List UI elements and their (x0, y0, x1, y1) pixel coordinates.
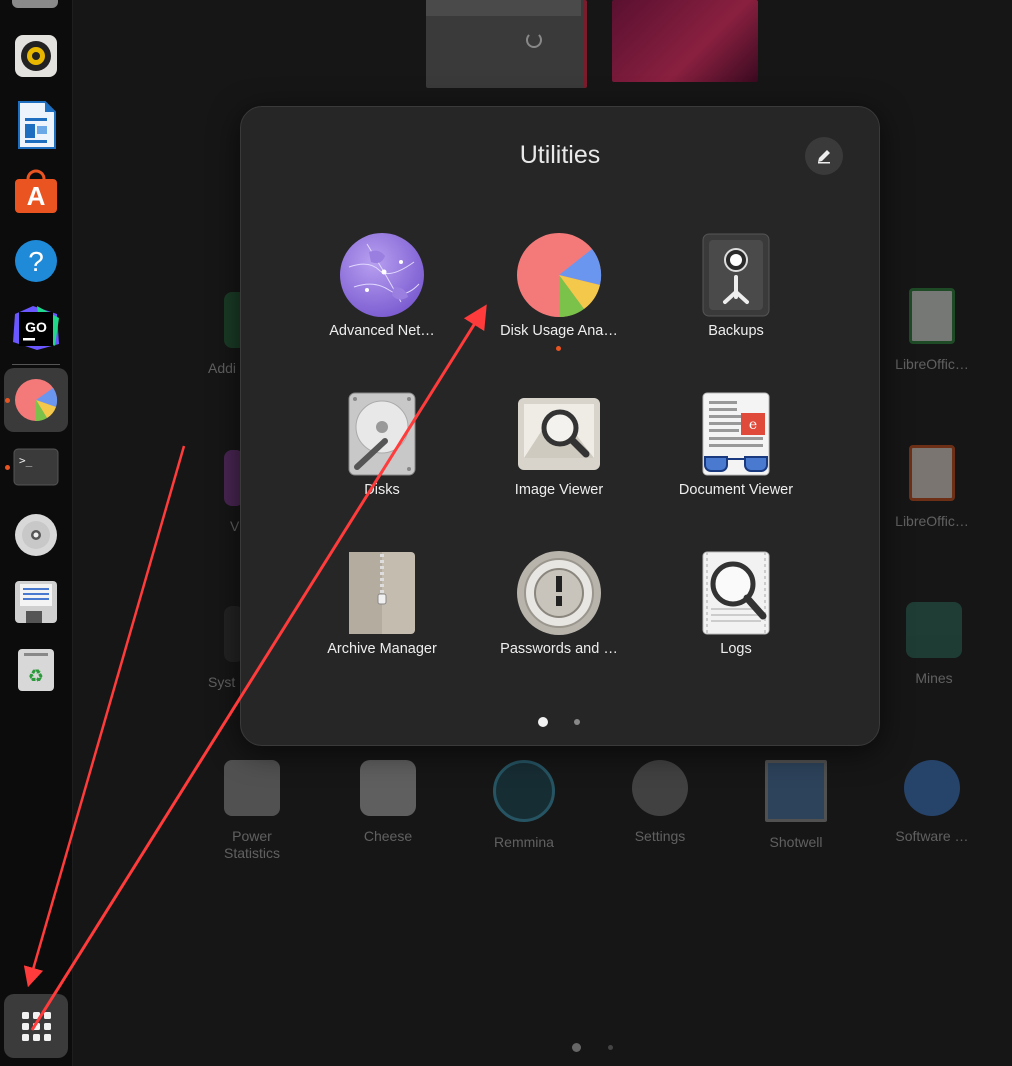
cd-icon (15, 514, 57, 556)
folder-page-indicator-2[interactable] (574, 719, 580, 725)
app-document-viewer[interactable]: e Document Viewer (661, 391, 811, 498)
writer-icon (18, 101, 56, 149)
webcam-icon (360, 760, 416, 816)
rename-folder-button[interactable] (805, 137, 843, 175)
bg-app-label: Remmina (494, 834, 554, 850)
folder-popup: Utilities Advanced Net… Disk Usage Ana… … (240, 106, 880, 746)
app-disk-usage-analyzer[interactable]: Disk Usage Ana… (484, 232, 634, 351)
bg-app-label: Software … (895, 828, 969, 844)
software-store-icon (904, 760, 960, 816)
dock-item-help[interactable]: ? (4, 229, 68, 293)
bg-app-label: Settings (634, 828, 686, 844)
floppy-icon (15, 581, 57, 623)
app-disks[interactable]: Disks (307, 391, 457, 498)
dock-item-terminal[interactable]: >_ (4, 435, 68, 499)
bg-app-libreoffice-impress[interactable]: LibreOffic… (872, 445, 992, 530)
dock: A ? GO >_ ♻ (0, 0, 73, 1066)
svg-text:>_: >_ (19, 454, 33, 467)
pie-chart-icon (15, 379, 58, 422)
safe-icon (693, 232, 779, 318)
running-indicator (5, 465, 10, 470)
zip-archive-icon (339, 550, 425, 636)
svg-text:?: ? (28, 246, 44, 277)
libreoffice-calc-icon (909, 288, 955, 344)
app-label: Logs (720, 641, 752, 657)
app-image-viewer[interactable]: Image Viewer (484, 391, 634, 498)
photo-tree-icon (765, 760, 827, 822)
network-globe-icon (339, 232, 425, 318)
remote-desktop-icon (493, 760, 555, 822)
svg-text:e: e (749, 417, 757, 433)
bg-app-remmina[interactable]: Remmina (464, 760, 584, 851)
bg-app-libreoffice-calc[interactable]: LibreOffic… (872, 288, 992, 373)
bg-app-label: LibreOffic… (895, 513, 969, 529)
app-logs[interactable]: Logs (661, 550, 811, 657)
hard-disk-icon (339, 391, 425, 477)
app-label: Document Viewer (678, 482, 794, 498)
gear-icon (632, 760, 688, 816)
image-magnifier-icon (516, 391, 602, 477)
bg-app-label: LibreOffic… (895, 356, 969, 372)
help-icon: ? (15, 240, 57, 282)
app-advanced-network[interactable]: Advanced Net… (307, 232, 457, 339)
dock-item-save[interactable] (4, 570, 68, 634)
bg-app-label: Mines (915, 670, 953, 686)
running-indicator (556, 346, 561, 351)
bg-app-label: Cheese (363, 828, 413, 844)
bg-app-power-statistics[interactable]: Power Statistics (192, 760, 312, 862)
app-backups[interactable]: Backups (661, 232, 811, 339)
app-passwords-and-keys[interactable]: Passwords and … (484, 550, 634, 657)
app-label: Disk Usage Ana… (500, 323, 618, 339)
dock-item-goland[interactable]: GO (4, 296, 68, 360)
keyring-icon (516, 550, 602, 636)
app-label: Archive Manager (327, 641, 437, 657)
log-magnifier-icon (693, 550, 779, 636)
goland-icon: GO (13, 306, 59, 350)
app-store-icon: A (15, 169, 57, 213)
bg-app-mines[interactable]: Mines (874, 602, 994, 687)
folder-title[interactable]: Utilities (241, 141, 879, 170)
trash-icon: ♻ (18, 649, 54, 691)
dock-separator (12, 364, 60, 365)
dock-item-libreoffice-writer[interactable] (4, 93, 68, 157)
bg-app-shotwell[interactable]: Shotwell (736, 760, 856, 851)
libreoffice-impress-icon (909, 445, 955, 501)
mines-icon (906, 602, 962, 658)
running-indicator (5, 398, 10, 403)
dock-item-rhythmbox[interactable] (4, 24, 68, 88)
app-label: Passwords and … (500, 641, 618, 657)
dock-item-ubuntu-software[interactable]: A (4, 160, 68, 224)
svg-text:♻: ♻ (28, 666, 44, 687)
bg-app-settings[interactable]: Settings (600, 760, 720, 845)
workspace-thumbnail-2[interactable] (612, 0, 758, 82)
speaker-icon (15, 35, 57, 77)
app-archive-manager[interactable]: Archive Manager (307, 550, 457, 657)
svg-text:A: A (27, 181, 46, 211)
page-indicator-2[interactable] (608, 1045, 613, 1050)
document-glasses-icon: e (693, 391, 779, 477)
bg-app-label: Power Statistics (223, 828, 280, 861)
page-indicator-1[interactable] (572, 1043, 581, 1052)
folder-page-indicator-1[interactable] (538, 717, 548, 727)
pencil-icon (818, 150, 830, 164)
dock-item-disk-usage-analyzer[interactable] (4, 368, 68, 432)
power-statistics-icon (224, 760, 280, 816)
pie-chart-icon (516, 232, 602, 318)
show-applications-button[interactable] (4, 994, 68, 1058)
app-label: Disks (364, 482, 400, 498)
app-label: Backups (708, 323, 764, 339)
svg-text:GO: GO (25, 319, 47, 335)
bg-app-software[interactable]: Software … (872, 760, 992, 845)
app-label: Image Viewer (514, 482, 604, 498)
app-label: Advanced Net… (329, 323, 435, 339)
bg-app-cheese[interactable]: Cheese (328, 760, 448, 845)
terminal-icon: >_ (13, 448, 59, 486)
dock-item-disc[interactable] (4, 503, 68, 567)
dock-item-partial[interactable] (12, 0, 58, 8)
workspace-thumbnail-1[interactable] (426, 0, 587, 88)
bg-app-label: Shotwell (769, 834, 823, 850)
dock-item-trash[interactable]: ♻ (4, 638, 68, 702)
